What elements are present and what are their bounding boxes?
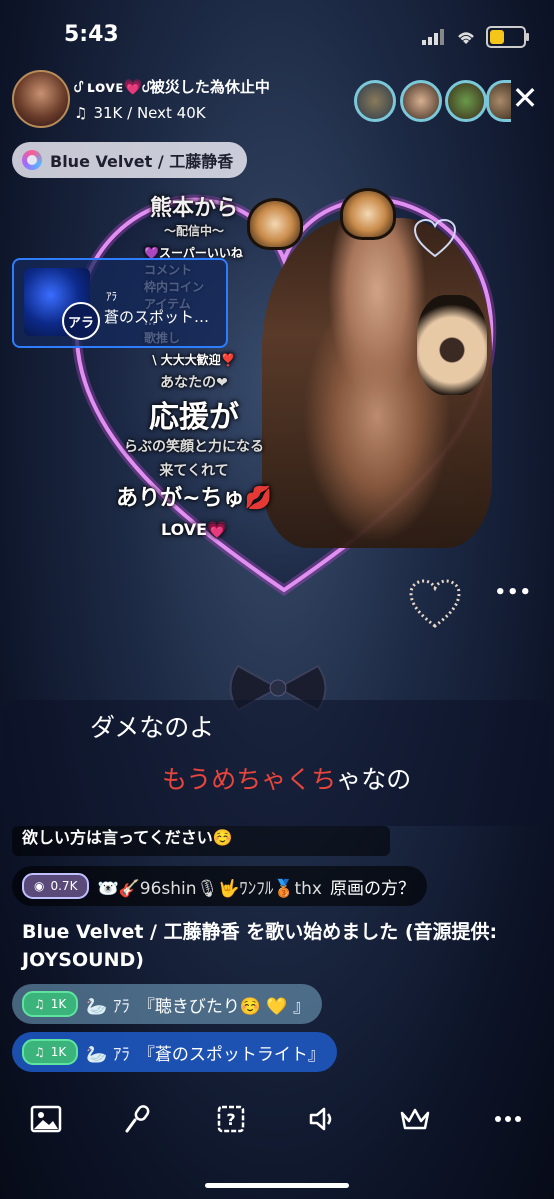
lyric-line-1: ダメなのよ (90, 713, 215, 742)
chat-text: 『聴きびたり☺️ 💛 』 (137, 996, 311, 1017)
song-disc-icon (22, 150, 42, 170)
spotlight-logo: アラ (62, 302, 100, 340)
microphone-icon[interactable] (120, 1101, 156, 1137)
promo-line3: らぶの笑顔と力になる (124, 439, 264, 455)
host-stats: ♫ 31K / Next 40K (74, 104, 206, 122)
song-pill[interactable]: Blue Velvet / 工藤静香 (12, 142, 248, 178)
spotlight-card[interactable]: アラ ｱﾗ 蒼のスポット… (12, 258, 228, 348)
chat-message[interactable]: ♫ 1K 🦢 ｱﾗ 『蒼のスポットライト』 (12, 1032, 337, 1072)
promo-streaming: ～配信中～ (163, 224, 224, 238)
tiger-ear-right-icon (340, 188, 396, 240)
chat-message-partial: 欲しい方は言ってください☺️ (12, 826, 390, 856)
promo-line1: あなたの❤ (160, 375, 228, 391)
lyric-sung: もうめちゃくち (162, 765, 337, 794)
battery-icon (486, 26, 529, 48)
chat-username: 🦢 ｱﾗ (86, 996, 130, 1017)
badge-value: 1K (50, 1045, 67, 1059)
close-icon[interactable]: ✕ (508, 82, 542, 114)
crown-icon[interactable] (397, 1101, 433, 1137)
viewer-avatar-1[interactable] (354, 80, 396, 122)
promo-line5: ありが~ちゅ💋 (116, 485, 272, 511)
gift-ring-icon: ◉ (34, 879, 45, 893)
music-note-icon: ♫ (74, 104, 88, 122)
music-note-icon: ♫ (34, 997, 45, 1011)
promo-line4: 来てくれて (159, 463, 229, 479)
heart-outline-icon (413, 218, 457, 258)
host-title[interactable]: ᦔ ʟᴏᴠᴇ💗ᦔ被災した為休止中 (74, 76, 270, 97)
wifi-icon (458, 32, 474, 44)
tiger-paw-icon (417, 295, 487, 395)
bottom-toolbar: ? (0, 1096, 554, 1142)
spotlight-title: 蒼のスポット… (104, 308, 210, 326)
host-stats-text: 31K / Next 40K (93, 104, 206, 122)
home-indicator[interactable] (205, 1183, 349, 1188)
viewer-avatar-3[interactable] (445, 80, 487, 122)
promo-text: 熊本から ～配信中～ 💜スーパーいいね コメント 枠内コイン アイテム … 歌推… (104, 190, 284, 539)
fan-level-badge: ♫ 1K (22, 1039, 79, 1065)
fan-level-badge: ♫ 1K (22, 991, 79, 1017)
fan-level-badge: ◉ 0.7K (22, 873, 90, 899)
chat-username: 🦢 ｱﾗ (86, 1044, 130, 1065)
chat-text: 『蒼のスポットライト』 (137, 1044, 325, 1065)
lyric-line-2: もうめちゃくちゃなの (162, 760, 411, 796)
music-note-icon: ♫ (34, 1045, 45, 1059)
badge-value: 0.7K (50, 879, 78, 893)
host-avatar[interactable] (12, 70, 70, 128)
spotlight-label: ｱﾗ (106, 290, 117, 303)
chat-message[interactable]: ◉ 0.7K 🐻‍❄️🎸96shin🎙🤟ﾜﾝﾌﾙ🥉thx 原画の方？ (12, 866, 427, 906)
promo-line2: 応援が (149, 400, 239, 435)
chat-text: 原画の方？ (329, 878, 415, 899)
speaker-icon[interactable] (305, 1101, 341, 1137)
viewer-avatar-2[interactable] (400, 80, 442, 122)
status-icons (422, 26, 529, 48)
more-icon[interactable] (490, 1101, 526, 1137)
promo-love: LOVE💗 (160, 520, 228, 539)
badge-value: 1K (50, 997, 67, 1011)
signal-icon (422, 29, 444, 45)
status-time: 5:43 (64, 22, 119, 47)
promo-welcome: \ 大大大歓迎❣️ (152, 353, 236, 367)
promo-city: 熊本から (149, 195, 238, 221)
system-message: Blue Velvet / 工藤静香 を歌い始めました (音源提供: JOYSO… (22, 921, 498, 971)
image-icon[interactable] (28, 1101, 64, 1137)
help-icon[interactable]: ? (213, 1101, 249, 1137)
chat-message[interactable]: ♫ 1K 🦢 ｱﾗ 『聴きびたり☺️ 💛 』 (12, 984, 323, 1024)
more-options-icon[interactable]: ••• (494, 582, 532, 603)
chat-username: 🐻‍❄️🎸96shin🎙🤟ﾜﾝﾌﾙ🥉thx (97, 878, 322, 899)
pearl-heart-icon (409, 579, 461, 628)
svg-text:?: ? (226, 1110, 235, 1129)
song-pill-label: Blue Velvet / 工藤静香 (50, 152, 234, 171)
lyric-unsung: ゃなの (336, 765, 412, 794)
